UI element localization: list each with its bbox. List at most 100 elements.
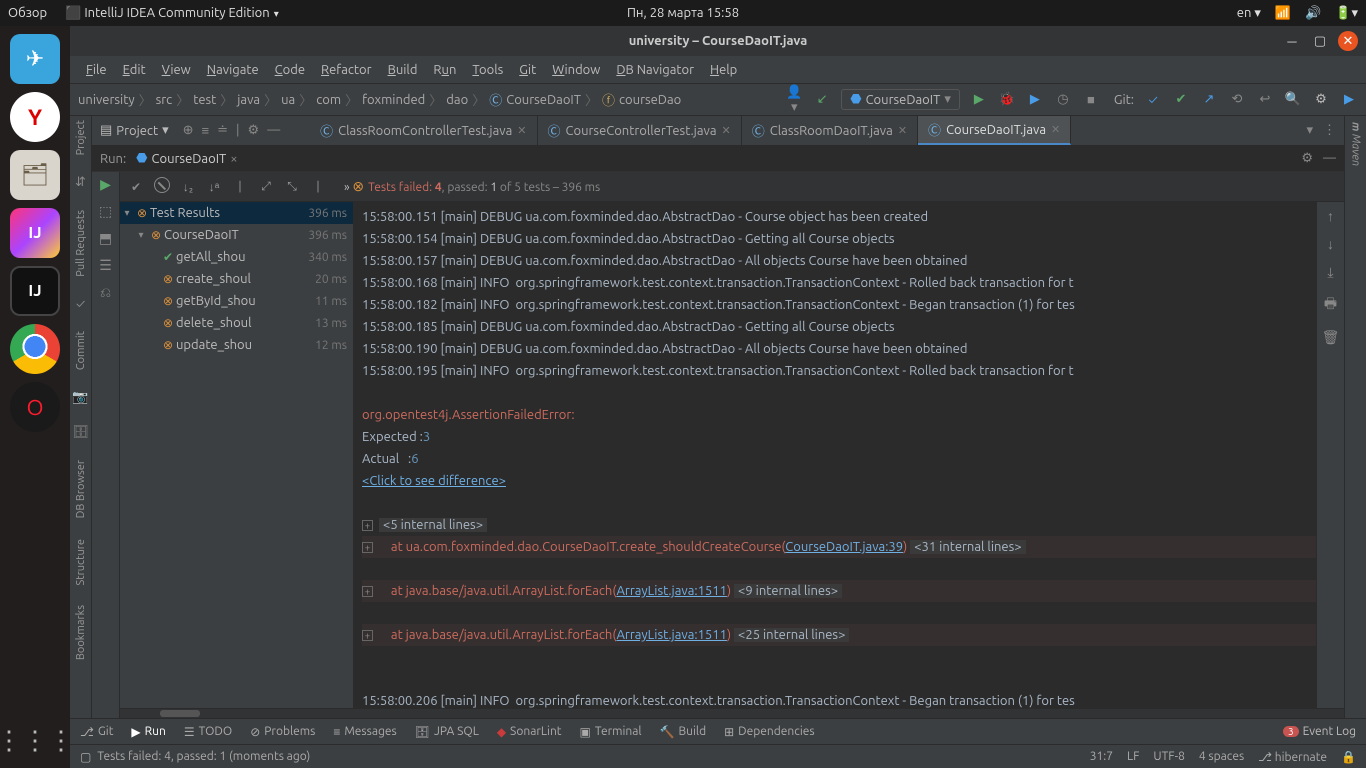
tree-row-class[interactable]: ▾⊗CourseDaoIT396 ms: [120, 224, 353, 246]
tab-coursecontrollertest[interactable]: ⒸCourseControllerTest.java✕: [538, 116, 742, 145]
toolwin-pullrequests[interactable]: Pull Requests: [75, 210, 87, 277]
dock-chrome[interactable]: [10, 324, 60, 374]
stop-button[interactable]: ■: [1082, 92, 1100, 107]
test-tree[interactable]: ▾⊗Test Results396 ms ▾⊗CourseDaoIT396 ms…: [120, 202, 354, 708]
tab-more-icon[interactable]: ⋮: [1323, 123, 1336, 138]
run-button[interactable]: ▶: [970, 92, 988, 107]
menu-code[interactable]: Code: [269, 60, 311, 80]
dock-intellij[interactable]: IJ: [10, 266, 60, 316]
build-hammer-icon[interactable]: ↙: [813, 92, 831, 107]
export-icon[interactable]: ⤓: [1327, 264, 1333, 281]
fold-icon[interactable]: +: [362, 520, 373, 531]
close-icon[interactable]: ✕: [517, 124, 526, 137]
debug-button[interactable]: 🐞: [998, 92, 1016, 107]
git-commit-icon[interactable]: ✔: [1172, 92, 1190, 107]
stack-link[interactable]: ArrayList.java:1511: [616, 584, 726, 598]
collapse-all-icon[interactable]: ⤡: [282, 180, 302, 194]
activities-button[interactable]: Обзор: [8, 6, 47, 20]
tw-build[interactable]: 🔨 Build: [660, 725, 707, 739]
tw-dependencies[interactable]: ⊞ Dependencies: [724, 725, 814, 739]
sort-icon[interactable]: ↓₂: [178, 180, 198, 194]
close-button[interactable]: ✕: [1338, 31, 1358, 51]
wifi-icon[interactable]: 📶: [1275, 6, 1291, 21]
git-history-icon[interactable]: ⟲: [1228, 92, 1246, 107]
lang-indicator[interactable]: en ▾: [1237, 6, 1261, 21]
tree-row-test[interactable]: ✔getAll_shou340 ms: [120, 246, 353, 268]
clock[interactable]: Пн, 28 марта 15:58: [627, 6, 739, 20]
pull-requests-icon[interactable]: ⇵: [75, 175, 86, 190]
check-icon[interactable]: ✔: [126, 180, 146, 194]
tw-jpasql[interactable]: 🗄 JPA SQL: [415, 725, 479, 739]
learn-icon[interactable]: ▶: [1340, 92, 1358, 107]
gear-icon[interactable]: ⚙: [248, 123, 260, 138]
tab-classroomdaoit[interactable]: ⒸClassRoomDaoIT.java✕: [742, 116, 918, 145]
dock-telegram[interactable]: ✈: [10, 34, 60, 84]
hide-icon[interactable]: —: [267, 123, 280, 138]
toolwin-maven[interactable]: m Maven: [1350, 122, 1362, 166]
maximize-button[interactable]: ▢: [1310, 31, 1330, 51]
project-view-button[interactable]: ▤ Project ▾: [100, 123, 169, 138]
tree-row-results[interactable]: ▾⊗Test Results396 ms: [120, 202, 353, 224]
toolwin-project[interactable]: Project: [75, 120, 87, 155]
sidebar-icon[interactable]: ⬒: [99, 230, 112, 247]
menu-build[interactable]: Build: [382, 60, 424, 80]
menu-view[interactable]: View: [156, 60, 197, 80]
status-branch[interactable]: ⎇ hibernate: [1258, 750, 1327, 764]
sidebar-icon[interactable]: ☰: [99, 257, 112, 274]
menu-run[interactable]: Run: [427, 60, 462, 80]
menu-refactor[interactable]: Refactor: [315, 60, 378, 80]
run-config-tab[interactable]: ⬣CourseDaoIT ×: [136, 151, 237, 166]
git-rollback-icon[interactable]: ↩: [1256, 92, 1274, 107]
stack-link[interactable]: ArrayList.java:1511: [616, 628, 726, 642]
tw-eventlog[interactable]: 3 Event Log: [1283, 725, 1356, 738]
dock-opera[interactable]: O: [10, 382, 60, 432]
expand-icon[interactable]: ≡: [202, 123, 210, 138]
commit-icon[interactable]: ✓: [76, 297, 85, 311]
status-indent[interactable]: 4 spaces: [1199, 750, 1244, 763]
test-console[interactable]: 15:58:00.151 [main] DEBUG ua.com.foxmind…: [354, 202, 1316, 708]
target-icon[interactable]: ⊕: [183, 123, 194, 138]
stack-link[interactable]: CourseDaoIT.java:39: [785, 540, 903, 554]
status-lf[interactable]: LF: [1127, 750, 1139, 763]
tw-todo[interactable]: ☰ TODO: [184, 725, 232, 739]
tree-row-test[interactable]: ⊗create_shoul20 ms: [120, 268, 353, 290]
tab-classroomcontrollertest[interactable]: ⒸClassRoomControllerTest.java✕: [310, 116, 537, 145]
search-icon[interactable]: 🔍: [1284, 92, 1302, 107]
menu-git[interactable]: Git: [513, 60, 542, 80]
tw-problems[interactable]: ⊘ Problems: [250, 725, 315, 739]
menu-help[interactable]: Help: [704, 60, 743, 80]
tab-coursedaoit[interactable]: ⒸCourseDaoIT.java✕: [918, 116, 1071, 145]
sidebar-icon[interactable]: ⬚: [99, 203, 112, 220]
toolwin-dbbrowser[interactable]: DB Browser: [75, 460, 87, 518]
click-difference-link[interactable]: <Click to see difference>: [362, 474, 506, 488]
tw-messages[interactable]: ≡ Messages: [333, 725, 396, 739]
menu-file[interactable]: File: [80, 60, 113, 80]
tw-terminal[interactable]: ▣ Terminal: [580, 725, 642, 739]
close-icon[interactable]: ✕: [1051, 123, 1060, 136]
fold-icon[interactable]: +: [362, 586, 373, 597]
run-config-combo[interactable]: ⬣CourseDaoIT ▾: [841, 89, 960, 110]
dock-toolbox[interactable]: IJ: [10, 208, 60, 258]
ide-settings-gear-icon[interactable]: ⚙: [1312, 92, 1330, 107]
print-icon[interactable]: 🖶: [1324, 293, 1337, 317]
down-icon[interactable]: ↓: [1327, 236, 1334, 252]
camera-icon[interactable]: 📷: [72, 390, 88, 405]
tab-dropdown-icon[interactable]: ▾: [1306, 123, 1313, 138]
tw-git[interactable]: ⎇ Git: [80, 725, 113, 739]
volume-icon[interactable]: 🔊: [1305, 6, 1321, 21]
status-square-icon[interactable]: ▢: [80, 750, 91, 764]
tree-row-test[interactable]: ⊗getById_shou11 ms: [120, 290, 353, 312]
status-caret[interactable]: 31:7: [1090, 750, 1113, 763]
rerun-icon[interactable]: ▶: [100, 176, 111, 193]
sidebar-icon[interactable]: ⎌: [100, 284, 111, 301]
git-update-icon[interactable]: ✓: [1144, 93, 1162, 107]
git-push-icon[interactable]: ↗: [1200, 92, 1218, 107]
breadcrumb[interactable]: university〉 src〉 test〉 java〉 ua〉 com〉 fo…: [78, 90, 681, 109]
dock-apps-grid[interactable]: ⋮⋮⋮: [0, 725, 74, 756]
fold-icon[interactable]: +: [362, 542, 373, 553]
up-icon[interactable]: ↑: [1327, 208, 1334, 224]
collapse-icon[interactable]: ≐: [217, 123, 228, 138]
tw-sonarlint[interactable]: ◆ SonarLint: [497, 725, 562, 739]
toolwin-commit[interactable]: Commit: [75, 331, 87, 370]
expand-all-icon[interactable]: ⤢: [256, 180, 276, 194]
